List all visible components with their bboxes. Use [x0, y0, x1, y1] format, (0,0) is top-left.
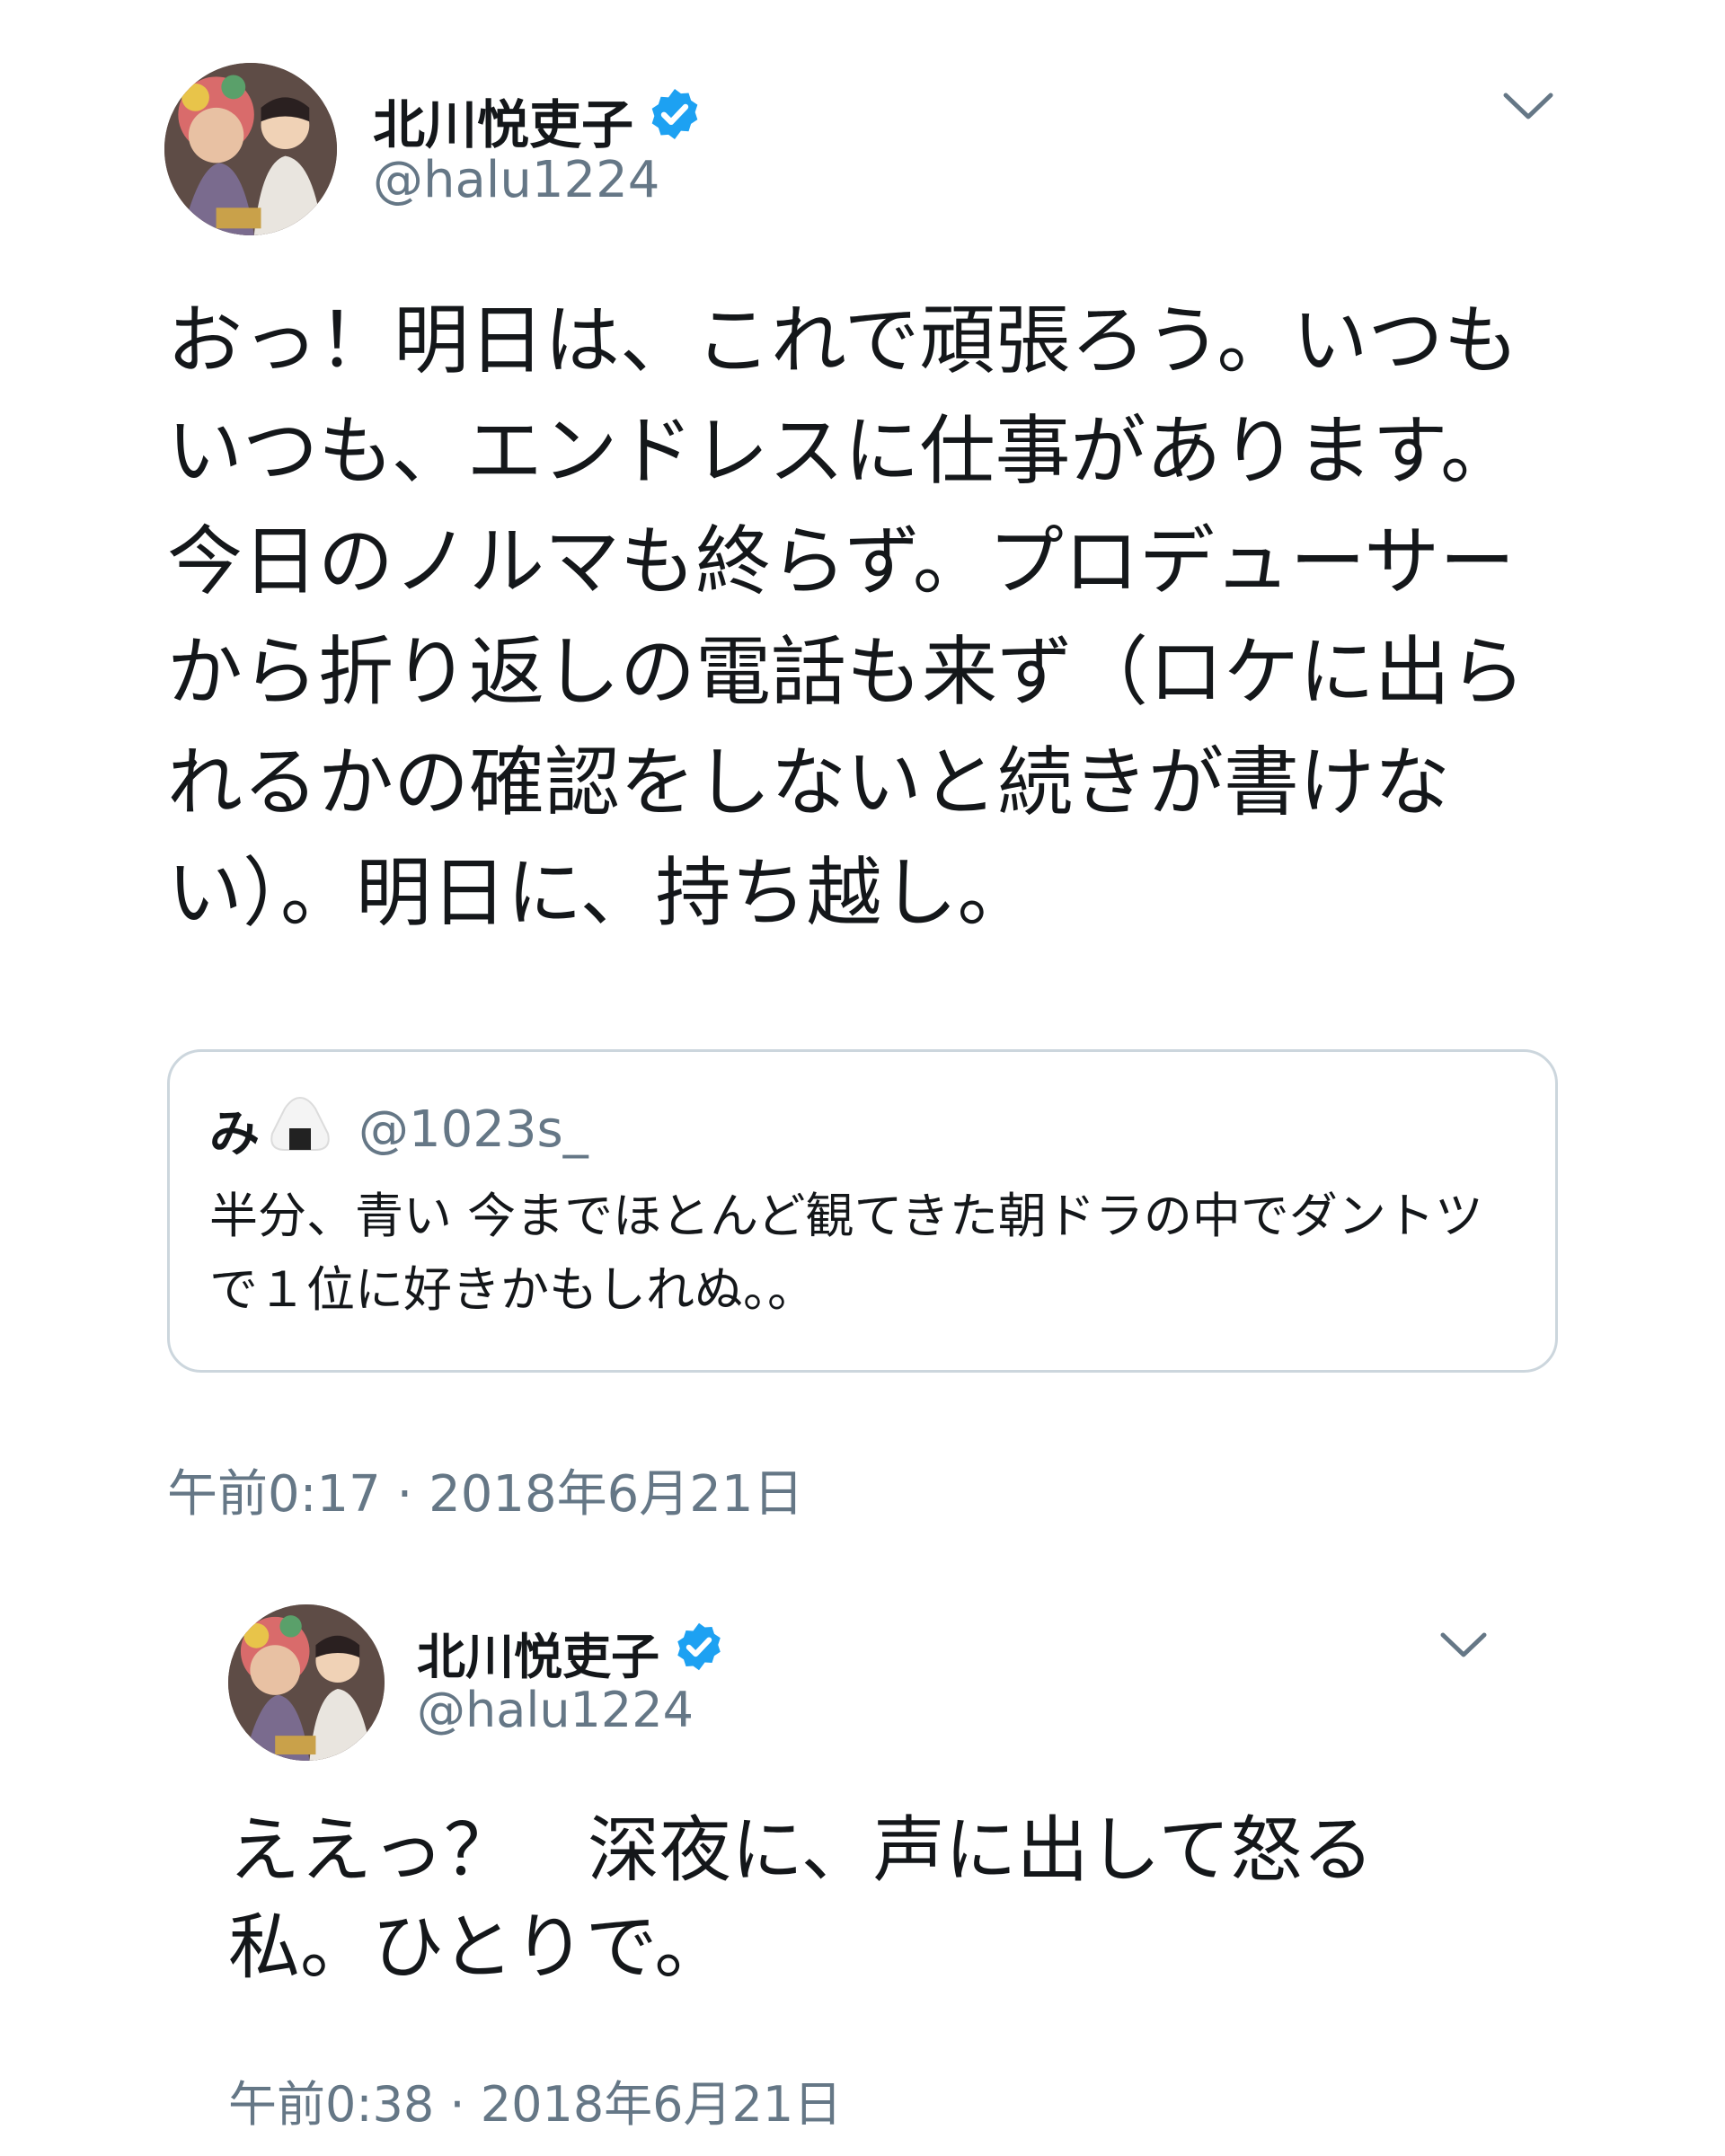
- avatar-photo-icon: [228, 1604, 385, 1761]
- verified-badge-icon: [646, 85, 703, 155]
- tweet-text: おっ！明日は、これで頑張ろう。いつもいつも、エンドレスに仕事があります。今日のノ…: [167, 296, 1526, 937]
- avatar-photo-icon: [164, 63, 337, 235]
- display-name-row[interactable]: 北川悦吏子: [417, 1617, 726, 1688]
- avatar[interactable]: [164, 63, 337, 235]
- display-name: 北川悦吏子: [373, 94, 634, 155]
- quoted-display-name: み: [209, 1105, 260, 1163]
- chevron-down-icon[interactable]: [1438, 1628, 1490, 1662]
- verified-badge-icon: [672, 1620, 726, 1685]
- avatar[interactable]: [228, 1604, 385, 1761]
- tweet-text: ええっ？ 深夜に、声に出して怒る私。ひとりで。: [228, 1808, 1375, 1989]
- onigiri-emoji-icon: [269, 1094, 332, 1166]
- user-handle[interactable]: @halu1224: [373, 151, 659, 209]
- display-name: 北川悦吏子: [417, 1629, 659, 1685]
- tweet-timestamp[interactable]: 午前0:38 · 2018年6月21日: [228, 2064, 842, 2135]
- quoted-tweet-text: 半分、青い 今までほとんど観てきた朝ドラの中でダントツで１位に好きかもしれぬ。。: [209, 1188, 1483, 1318]
- chevron-down-icon[interactable]: [1500, 88, 1556, 124]
- quoted-tweet-card[interactable]: み @1023s_ 半分、青い 今までほとんど観てきた朝ドラの中でダントツで１位…: [167, 1049, 1558, 1373]
- quoted-handle: @1023s_: [358, 1100, 588, 1159]
- tweet-timestamp[interactable]: 午前0:17 · 2018年6月21日: [167, 1454, 804, 1526]
- user-handle[interactable]: @halu1224: [417, 1682, 694, 1738]
- quoted-tweet-header: み @1023s_: [209, 1093, 588, 1166]
- display-name-row[interactable]: 北川悦吏子: [373, 83, 703, 158]
